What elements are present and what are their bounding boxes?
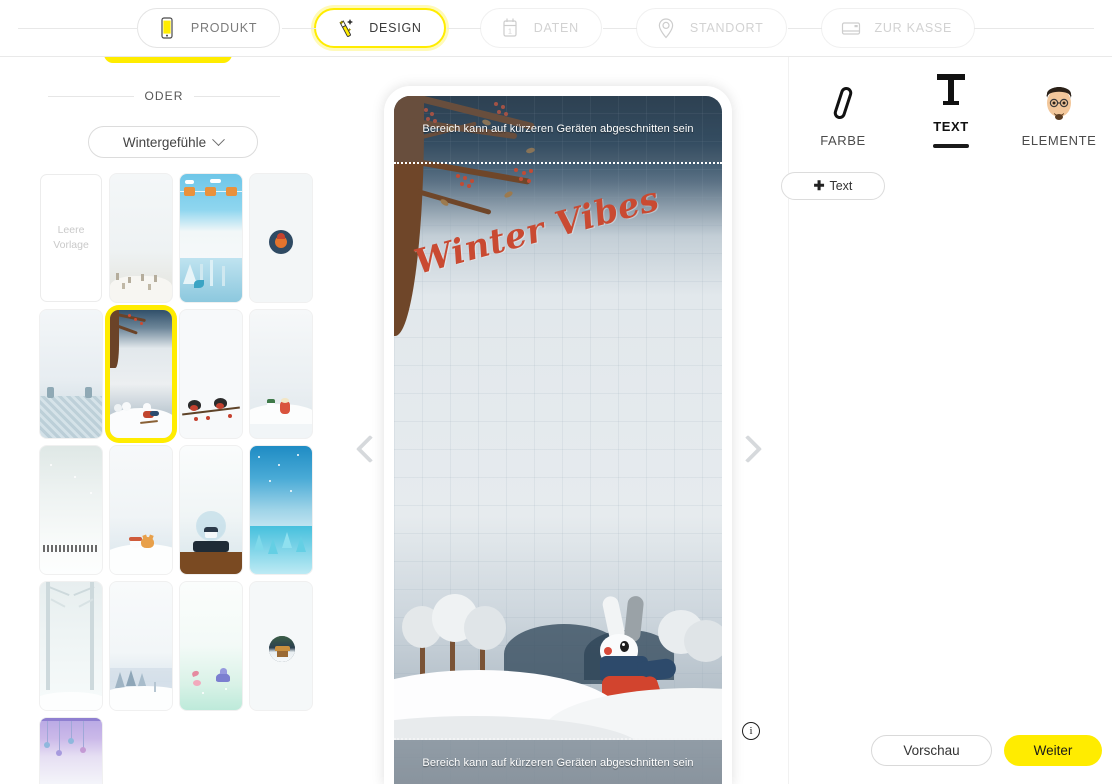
template-item[interactable] (176, 580, 246, 712)
tab-farbe[interactable]: FARBE (795, 80, 891, 148)
info-glyph: i (749, 725, 753, 737)
divider-label: ODER (144, 89, 184, 103)
template-thumbnail-grid: Leere Vorlage (36, 172, 328, 784)
crop-boundary-top (394, 162, 722, 164)
crop-warning-bottom: Bereich kann auf kürzeren Geräten abgesc… (394, 740, 722, 784)
template-item-selected[interactable] (106, 308, 176, 440)
step-daten-label: DATEN (533, 21, 579, 35)
step-standort[interactable]: STANDORT (602, 8, 787, 48)
info-icon[interactable]: i (742, 722, 760, 740)
step-standort-label: STANDORT (689, 21, 764, 35)
crop-boundary-bottom (394, 738, 722, 740)
template-item[interactable] (106, 580, 176, 712)
template-item[interactable] (246, 308, 316, 440)
editor-tools-panel: FARBE TEXT ELEMENTE (788, 57, 1112, 784)
avatar-icon (1038, 80, 1080, 126)
payment-card-icon (838, 15, 864, 41)
letter-t-icon (931, 66, 971, 112)
add-text-button-label: Text (829, 179, 853, 193)
pen-icon (823, 80, 863, 126)
template-thumb-reindeer[interactable] (40, 310, 102, 438)
template-thumb-badge-cabin[interactable] (250, 582, 312, 710)
step-navigation: PRODUKT DESIGN 1 DATEN STANDORT ZUR KASS… (0, 0, 1112, 57)
template-item[interactable] (246, 444, 316, 576)
template-thumb-crystals[interactable] (180, 582, 242, 710)
template-item[interactable] (36, 580, 106, 712)
active-tab-underline (933, 144, 969, 148)
template-thumb-bunny-sled[interactable] (110, 310, 172, 438)
chevron-left-icon (355, 434, 385, 464)
crop-warning-top: Bereich kann auf kürzeren Geräten abgesc… (394, 96, 722, 162)
tab-elemente-label: ELEMENTE (1021, 133, 1097, 148)
template-thumb-fox-snowman[interactable] (110, 446, 172, 574)
preview-button[interactable]: Vorschau (871, 735, 992, 766)
template-item[interactable] (176, 308, 246, 440)
template-item[interactable] (246, 172, 316, 304)
tool-tab-bar: FARBE TEXT ELEMENTE (789, 66, 1112, 148)
template-item[interactable] (106, 172, 176, 304)
template-category-select[interactable]: Wintergefühle (88, 126, 258, 158)
headline-text[interactable]: Winter Vibes (410, 179, 663, 283)
template-item[interactable] (246, 580, 316, 712)
step-produkt-label: PRODUKT (190, 21, 258, 35)
phone-icon (154, 15, 180, 41)
chevron-right-icon (733, 434, 763, 464)
winter-scene-art (394, 500, 722, 740)
previous-template-arrow[interactable] (354, 429, 385, 475)
step-produkt[interactable]: PRODUKT (17, 8, 281, 48)
tree-branch-art (413, 188, 492, 215)
divider-line-left (48, 95, 135, 97)
magic-wand-icon (332, 15, 358, 41)
template-item[interactable] (36, 308, 106, 440)
template-item[interactable] (36, 716, 106, 784)
svg-text:1: 1 (508, 28, 512, 35)
template-item[interactable] (176, 444, 246, 576)
template-thumb-snowman-pair[interactable] (250, 310, 312, 438)
template-sidebar: ODER Wintergefühle Leere Vorlage (0, 57, 340, 784)
step-design[interactable]: DESIGN (282, 8, 446, 48)
crop-warning-top-text: Bereich kann auf kürzeren Geräten abgesc… (422, 123, 694, 135)
template-thumb-snowglobe[interactable] (180, 446, 242, 574)
or-divider: ODER (48, 88, 281, 104)
template-thumb-snowy-landscape[interactable] (110, 582, 172, 710)
next-template-arrow[interactable] (732, 429, 763, 475)
blank-template-label: Leere Vorlage (53, 223, 89, 251)
template-thumb-ornaments[interactable] (40, 718, 102, 784)
design-canvas[interactable]: Winter Vibes Bereich kann auf kürzeren G… (394, 96, 722, 784)
step-design-label: DESIGN (369, 21, 422, 35)
template-thumb-blank[interactable]: Leere Vorlage (40, 174, 102, 302)
tab-farbe-label: FARBE (820, 133, 866, 148)
template-thumb-gondola[interactable] (180, 174, 242, 302)
template-thumb-blue-forest[interactable] (250, 446, 312, 574)
design-preview-stage: Winter Vibes Bereich kann auf kürzeren G… (340, 57, 788, 784)
step-zur-kasse[interactable]: ZUR KASSE (787, 8, 1094, 48)
template-thumb-bare-trees[interactable] (40, 582, 102, 710)
plus-icon: ✚ (813, 178, 825, 193)
crop-warning-bottom-text: Bereich kann auf kürzeren Geräten abgesc… (422, 757, 694, 769)
next-button[interactable]: Weiter (1004, 735, 1102, 766)
template-thumb-wonderland[interactable] (40, 446, 102, 574)
map-pin-icon (653, 15, 679, 41)
template-item[interactable]: Leere Vorlage (36, 172, 106, 304)
template-thumb-badge-bird[interactable] (250, 174, 312, 302)
template-item[interactable] (106, 444, 176, 576)
calendar-icon: 1 (497, 15, 523, 41)
divider-line-right (193, 95, 281, 97)
add-text-button[interactable]: ✚ Text (781, 172, 885, 200)
chevron-down-icon (212, 132, 226, 146)
phone-mockup-frame: Winter Vibes Bereich kann auf kürzeren G… (384, 86, 732, 784)
template-item[interactable] (176, 172, 246, 304)
template-item[interactable] (36, 444, 106, 576)
tab-elemente[interactable]: ELEMENTE (1011, 80, 1107, 148)
step-zur-kasse-label: ZUR KASSE (874, 21, 953, 35)
template-thumb-bullfinch[interactable] (180, 310, 242, 438)
tab-text-label: TEXT (933, 119, 969, 134)
template-thumb-skiers[interactable] (110, 174, 172, 302)
tab-text[interactable]: TEXT (903, 66, 999, 148)
upload-design-button-clipped[interactable] (104, 57, 232, 63)
leaf-art (503, 190, 514, 199)
category-select-value: Wintergefühle (122, 134, 207, 150)
step-daten[interactable]: 1 DATEN (446, 8, 602, 48)
